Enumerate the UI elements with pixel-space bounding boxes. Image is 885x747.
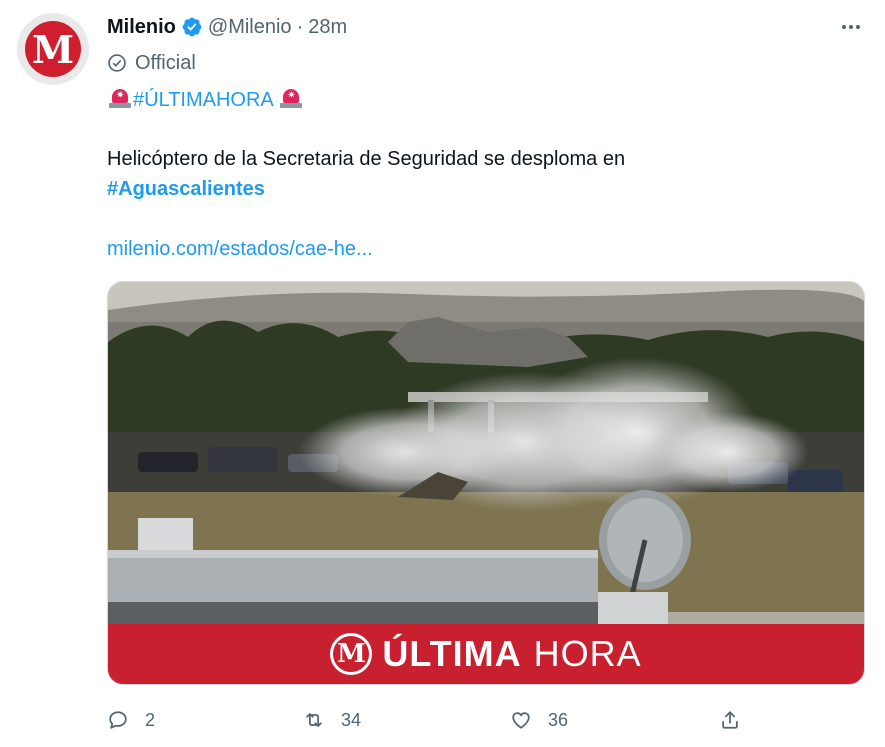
hashtag-aguascalientes[interactable]: #Aguascalientes — [107, 178, 265, 200]
banner-title-light: HORA — [533, 633, 642, 674]
share-button[interactable] — [719, 705, 757, 735]
retweet-count: 34 — [341, 709, 362, 730]
rotating-light-icon: ✷ — [107, 86, 133, 110]
tweet-timestamp[interactable]: 28m — [308, 16, 347, 39]
banner-title-bold: ÚLTIMA — [382, 633, 522, 674]
more-options-button[interactable] — [834, 14, 868, 40]
reply-button[interactable]: 2 — [107, 705, 155, 735]
headline-line: ✷ #ÚLTIMAHORA ✷ — [107, 86, 304, 113]
author-avatar[interactable]: M — [17, 13, 89, 85]
share-icon — [722, 711, 738, 729]
rotating-light-icon: ✷ — [278, 86, 304, 110]
official-text: Official — [135, 51, 196, 74]
like-button[interactable]: 36 — [510, 705, 568, 735]
more-dots-icon — [842, 25, 846, 29]
hashtag-ultimahora[interactable]: #ÚLTIMAHORA — [133, 89, 273, 111]
official-label: Official — [107, 50, 196, 76]
author-name[interactable]: Milenio — [107, 16, 176, 39]
media-card[interactable]: M ÚLTIMA HORA — [107, 281, 865, 685]
official-check-icon — [108, 54, 126, 72]
separator-dot: · — [296, 15, 304, 38]
heart-icon — [512, 712, 530, 729]
like-count: 36 — [548, 709, 569, 730]
author-handle[interactable]: @Milenio — [208, 16, 292, 39]
verified-badge-icon — [182, 17, 202, 37]
ultima-hora-banner: M ÚLTIMA HORA — [108, 624, 864, 684]
reply-count: 2 — [145, 709, 156, 730]
retweet-button[interactable]: 34 — [303, 705, 361, 735]
article-link[interactable]: milenio.com/estados/cae-he... — [107, 238, 373, 260]
tweet-actions: 2 34 36 — [107, 705, 747, 735]
milenio-logo: M — [25, 21, 81, 77]
reply-icon — [109, 711, 127, 729]
tweet-header: Milenio @Milenio · 28m — [107, 14, 347, 40]
banner-milenio-logo: M — [330, 633, 373, 675]
tweet-body-text: Helicóptero de la Secretaria de Segurida… — [107, 148, 626, 170]
retweet-icon — [306, 713, 322, 727]
